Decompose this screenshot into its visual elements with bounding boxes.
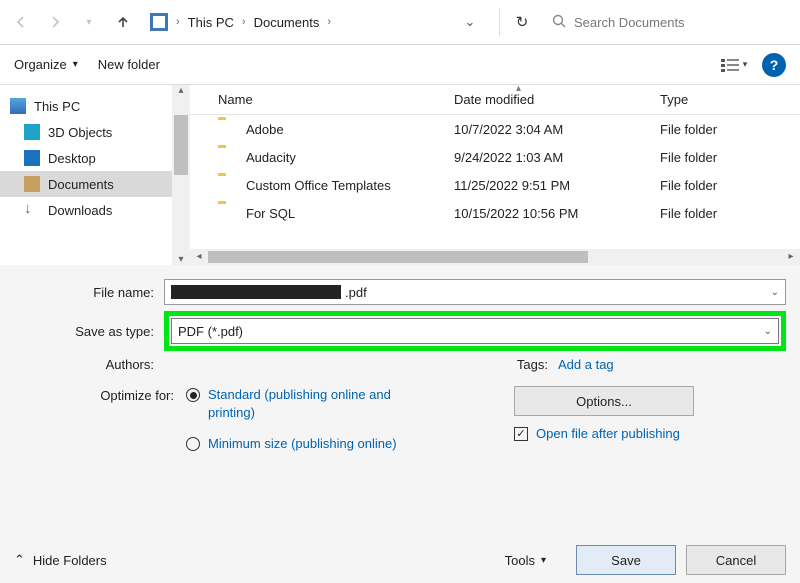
file-type: File folder bbox=[660, 122, 760, 137]
documents-path-icon bbox=[150, 13, 168, 31]
file-name: For SQL bbox=[246, 206, 454, 221]
navigation-tree: This PC 3D Objects Desktop Documents ↓ D… bbox=[0, 85, 190, 265]
checkbox-icon: ✓ bbox=[514, 427, 528, 441]
download-icon: ↓ bbox=[24, 202, 40, 218]
sort-indicator-icon: ▴ bbox=[516, 83, 521, 94]
hide-folders-button[interactable]: ⌃ Hide Folders bbox=[14, 552, 107, 568]
optimize-standard-radio[interactable]: Standard (publishing online and printing… bbox=[186, 386, 408, 421]
file-date: 9/24/2022 1:03 AM bbox=[454, 150, 660, 165]
3d-objects-icon bbox=[24, 124, 40, 140]
radio-icon bbox=[186, 437, 200, 451]
organize-menu[interactable]: Organize ▾ bbox=[14, 57, 78, 72]
column-header-name[interactable]: Name bbox=[218, 92, 454, 107]
refresh-button[interactable]: ↻ bbox=[506, 13, 538, 31]
file-date: 10/7/2022 3:04 AM bbox=[454, 122, 660, 137]
column-header-type[interactable]: Type bbox=[660, 92, 760, 107]
nav-forward-button[interactable] bbox=[40, 7, 70, 37]
chevron-down-icon: ▾ bbox=[73, 59, 78, 70]
file-date: 10/15/2022 10:56 PM bbox=[454, 206, 660, 221]
column-header-date[interactable]: Date modified bbox=[454, 92, 660, 107]
tools-menu[interactable]: Tools ▾ bbox=[505, 553, 546, 568]
chevron-right-icon: › bbox=[238, 16, 250, 28]
add-tag-link[interactable]: Add a tag bbox=[558, 357, 614, 372]
search-input[interactable]: Search Documents bbox=[544, 7, 794, 37]
tree-item-downloads[interactable]: ↓ Downloads bbox=[0, 197, 190, 223]
save-as-type-highlight: PDF (*.pdf) ⌄ bbox=[164, 311, 786, 351]
documents-icon bbox=[24, 176, 40, 192]
file-name-label: File name: bbox=[14, 285, 164, 300]
save-button[interactable]: Save bbox=[576, 545, 676, 575]
pc-icon bbox=[10, 98, 26, 114]
breadcrumb-item[interactable]: This PC bbox=[188, 15, 234, 30]
options-button[interactable]: Options... bbox=[514, 386, 694, 416]
save-as-type-label: Save as type: bbox=[14, 324, 164, 339]
breadcrumb-dropdown[interactable]: ⌄ bbox=[459, 14, 481, 30]
tags-label: Tags: bbox=[514, 357, 558, 372]
nav-back-button[interactable] bbox=[6, 7, 36, 37]
chevron-right-icon: › bbox=[323, 16, 335, 28]
file-type: File folder bbox=[660, 206, 760, 221]
scroll-right-icon: ▸ bbox=[782, 249, 800, 265]
scroll-down-icon: ▾ bbox=[172, 254, 190, 265]
search-placeholder: Search Documents bbox=[574, 15, 685, 30]
scroll-left-icon: ◂ bbox=[190, 249, 208, 265]
chevron-down-icon: ⌄ bbox=[771, 287, 779, 298]
breadcrumb-item[interactable]: Documents bbox=[254, 15, 320, 30]
tree-item-3d-objects[interactable]: 3D Objects bbox=[0, 119, 190, 145]
change-view-button[interactable]: ▾ bbox=[716, 52, 752, 78]
file-name-obscured bbox=[171, 285, 341, 299]
folder-icon bbox=[218, 120, 238, 138]
tree-item-desktop[interactable]: Desktop bbox=[0, 145, 190, 171]
breadcrumb[interactable]: › This PC › Documents › ⌄ bbox=[144, 7, 487, 37]
chevron-right-icon: › bbox=[172, 16, 184, 28]
horizontal-scrollbar[interactable]: ◂ ▸ bbox=[190, 249, 800, 265]
table-row[interactable]: Custom Office Templates11/25/2022 9:51 P… bbox=[190, 171, 800, 199]
scrollbar-thumb[interactable] bbox=[174, 115, 188, 175]
chevron-down-icon: ⌄ bbox=[764, 326, 772, 337]
chevron-up-icon: ⌃ bbox=[14, 552, 25, 568]
save-as-type-select[interactable]: PDF (*.pdf) ⌄ bbox=[171, 318, 779, 344]
optimize-for-label: Optimize for: bbox=[14, 386, 184, 467]
file-date: 11/25/2022 9:51 PM bbox=[454, 178, 660, 193]
new-folder-button[interactable]: New folder bbox=[98, 57, 160, 72]
file-type: File folder bbox=[660, 178, 760, 193]
file-name: Custom Office Templates bbox=[246, 178, 454, 193]
folder-icon bbox=[218, 148, 238, 166]
nav-recent-dropdown[interactable]: ▾ bbox=[74, 7, 104, 37]
file-name-input[interactable]: .pdf ⌄ bbox=[164, 279, 786, 305]
chevron-down-icon: ▾ bbox=[541, 555, 546, 566]
sidebar-scrollbar[interactable]: ▴ ▾ bbox=[172, 85, 190, 265]
open-after-publishing-checkbox[interactable]: ✓ Open file after publishing bbox=[514, 426, 786, 441]
file-list: ▴ Name Date modified Type Adobe10/7/2022… bbox=[190, 85, 800, 265]
folder-icon bbox=[218, 204, 238, 222]
scroll-up-icon: ▴ bbox=[172, 85, 190, 96]
file-name: Audacity bbox=[246, 150, 454, 165]
tree-item-this-pc[interactable]: This PC bbox=[0, 93, 190, 119]
file-name: Adobe bbox=[246, 122, 454, 137]
table-row[interactable]: Adobe10/7/2022 3:04 AMFile folder bbox=[190, 115, 800, 143]
optimize-minimum-radio[interactable]: Minimum size (publishing online) bbox=[186, 435, 408, 453]
cancel-button[interactable]: Cancel bbox=[686, 545, 786, 575]
tree-item-documents[interactable]: Documents bbox=[0, 171, 190, 197]
help-button[interactable]: ? bbox=[762, 53, 786, 77]
table-row[interactable]: Audacity9/24/2022 1:03 AMFile folder bbox=[190, 143, 800, 171]
authors-label: Authors: bbox=[14, 357, 164, 372]
folder-icon bbox=[218, 176, 238, 194]
scrollbar-thumb[interactable] bbox=[208, 251, 588, 263]
search-icon bbox=[552, 14, 566, 31]
table-row[interactable]: For SQL10/15/2022 10:56 PMFile folder bbox=[190, 199, 800, 227]
file-type: File folder bbox=[660, 150, 760, 165]
radio-icon bbox=[186, 388, 200, 402]
nav-up-button[interactable] bbox=[108, 7, 138, 37]
desktop-icon bbox=[24, 150, 40, 166]
